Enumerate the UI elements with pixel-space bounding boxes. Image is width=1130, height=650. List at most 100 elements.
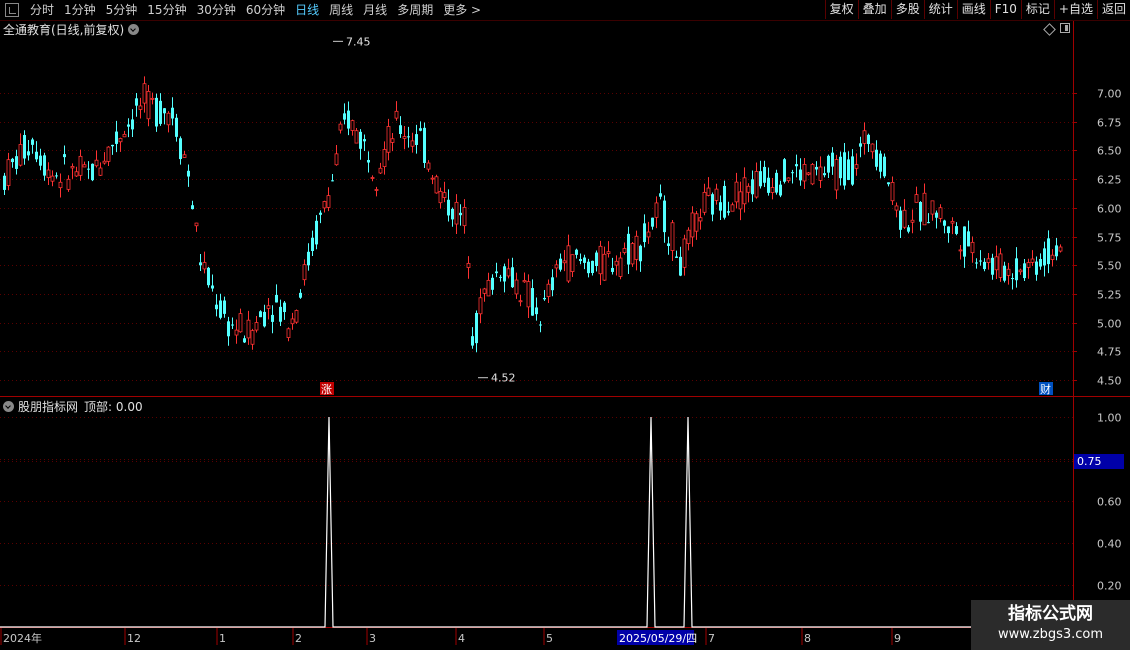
- candle-body: [447, 199, 450, 216]
- candle-body: [694, 213, 699, 232]
- candle-body: [854, 164, 859, 169]
- candle-body: [63, 154, 66, 158]
- candle-body: [851, 156, 854, 185]
- candle-body: [279, 306, 282, 322]
- candle-body: [714, 188, 719, 201]
- candle-body: [518, 300, 523, 303]
- candle-body: [46, 169, 51, 179]
- candle-body: [834, 159, 839, 191]
- watermark-url: www.zbgs3.com: [997, 627, 1104, 642]
- candle-body: [1035, 261, 1038, 275]
- candle-body: [598, 245, 603, 275]
- candle-body: [622, 248, 627, 253]
- candle-body: [663, 200, 666, 233]
- candle-body: [182, 154, 187, 158]
- candle-body: [111, 144, 114, 147]
- candle-body: [839, 156, 842, 179]
- candle-body: [570, 254, 575, 273]
- candle-body: [347, 110, 350, 129]
- x-axis-label: 2024年: [3, 631, 42, 645]
- x-axis-label: 7: [708, 632, 715, 645]
- candle-body: [543, 297, 546, 300]
- candle-body: [526, 281, 531, 308]
- diamond-icon[interactable]: [1043, 23, 1056, 36]
- candle-body: [495, 271, 498, 274]
- candle-body: [682, 238, 687, 268]
- candle-body: [1003, 265, 1006, 281]
- price-tick-label: 5.00: [1097, 318, 1122, 331]
- candle-body: [430, 177, 435, 180]
- candle-body: [827, 155, 830, 173]
- candle-body: [254, 322, 259, 331]
- candle-body: [15, 156, 18, 169]
- x-axis-label: 12: [127, 632, 141, 645]
- candle-body: [1023, 263, 1026, 279]
- dropdown-icon[interactable]: [128, 24, 140, 35]
- candle-body: [311, 237, 314, 252]
- candle-body: [338, 123, 343, 131]
- candle-body: [947, 226, 950, 234]
- candle-body: [354, 130, 359, 144]
- candle-body: [799, 169, 802, 181]
- candle-body: [614, 260, 619, 266]
- candle-body: [503, 266, 506, 282]
- candle-body: [806, 172, 811, 175]
- panel-toggle-icon[interactable]: [1060, 23, 1070, 33]
- candle-body: [39, 155, 42, 166]
- candle-body: [679, 256, 682, 276]
- candle-body: [859, 143, 862, 147]
- candle-body: [991, 257, 994, 275]
- candle-body: [719, 202, 722, 211]
- candle-body: [243, 338, 246, 343]
- candle-body: [410, 140, 415, 147]
- candle-body: [611, 267, 614, 272]
- candle-body: [1043, 248, 1046, 266]
- candle-body: [294, 310, 299, 323]
- candle-body: [698, 217, 703, 222]
- candle-body: [66, 178, 71, 190]
- candle-body: [562, 260, 567, 264]
- candle-body: [902, 209, 907, 228]
- candle-body: [795, 164, 798, 167]
- candle-body: [506, 268, 511, 277]
- candle-body: [591, 260, 594, 274]
- watermark-title: 指标公式网: [1008, 604, 1093, 624]
- candle-body: [23, 135, 26, 159]
- price-tick-label: 6.75: [1097, 117, 1122, 130]
- candle-body: [922, 192, 927, 226]
- candle-body: [171, 107, 174, 119]
- candle-body: [326, 195, 331, 208]
- zhang-marker: 涨: [321, 383, 332, 396]
- candle-body: [3, 175, 6, 190]
- candle-body: [883, 156, 886, 177]
- candle-body: [791, 172, 794, 174]
- indicator-dropdown-icon[interactable]: [3, 401, 14, 412]
- indicator-value: 顶部: 0.00: [84, 400, 143, 414]
- indicator-line: [0, 416, 1073, 628]
- candle-body: [127, 124, 130, 127]
- candle-body: [462, 206, 467, 227]
- candle-body: [482, 288, 487, 294]
- candle-body: [202, 262, 207, 270]
- candle-body: [175, 117, 178, 137]
- candle-body: [919, 201, 922, 222]
- candle-body: [471, 336, 474, 346]
- candle-body: [438, 191, 443, 204]
- candle-body: [6, 159, 11, 186]
- candle-body: [738, 191, 743, 210]
- candle-body: [943, 220, 946, 226]
- candle-body: [102, 160, 107, 164]
- candle-body: [91, 163, 94, 181]
- candle-body: [394, 110, 399, 119]
- chart-canvas[interactable]: 7.00 6.75 6.50 6.25 6.00 5.75 5.50 5.25 5.00 4.75…: [0, 0, 1130, 650]
- candle-body: [723, 185, 726, 218]
- candle-body: [115, 131, 118, 144]
- candle-body: [639, 245, 642, 262]
- candle-body: [511, 267, 514, 288]
- candle-body: [514, 279, 519, 295]
- candle-body: [634, 235, 639, 260]
- candle-body: [135, 98, 138, 106]
- high-label: 7.45: [346, 35, 371, 48]
- candle-body: [779, 184, 782, 196]
- price-tick-label: 5.25: [1097, 289, 1122, 302]
